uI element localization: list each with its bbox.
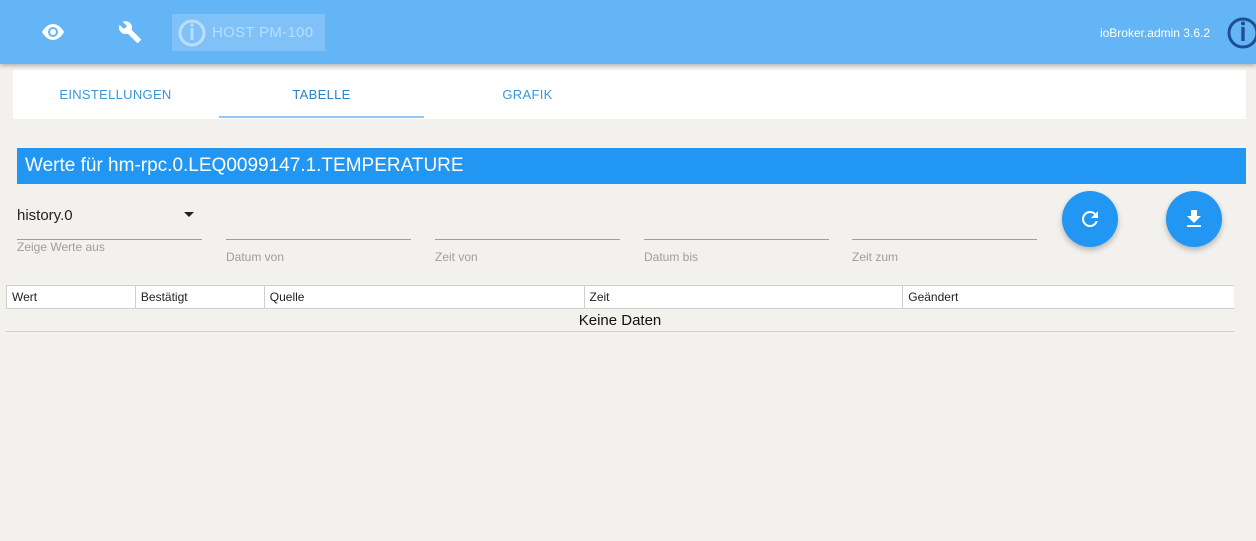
- active-tab-indicator: [219, 116, 424, 118]
- time-from-underline: [435, 239, 620, 240]
- table-header: Wert Bestätigt Quelle Zeit Geändert: [6, 285, 1234, 309]
- refresh-button[interactable]: [1062, 191, 1118, 247]
- date-to-label: Datum bis: [644, 250, 699, 264]
- date-from-underline: [226, 239, 411, 240]
- time-from-label: Zeit von: [435, 250, 478, 264]
- refresh-icon: [1078, 207, 1102, 231]
- wrench-icon[interactable]: [112, 14, 148, 50]
- time-to-label: Zeit zum: [852, 250, 899, 264]
- tab-einstellungen[interactable]: EINSTELLUNGEN: [13, 70, 218, 119]
- admin-version: ioBroker.admin 3.6.2: [1099, 26, 1210, 40]
- host-selector[interactable]: HOST PM-100: [172, 14, 325, 51]
- instance-select-value: history.0: [17, 207, 73, 224]
- column-header-zeit[interactable]: Zeit: [585, 286, 904, 308]
- eye-icon[interactable]: [35, 14, 71, 50]
- tab-grafik[interactable]: GRAFIK: [425, 70, 630, 119]
- date-to-underline: [644, 239, 829, 240]
- history-table: Wert Bestätigt Quelle Zeit Geändert Kein…: [6, 285, 1234, 332]
- column-header-quelle[interactable]: Quelle: [265, 286, 585, 308]
- tab-bar: EINSTELLUNGEN TABELLE GRAFIK: [13, 70, 1246, 119]
- column-header-bestaetigt[interactable]: Bestätigt: [136, 286, 265, 308]
- empty-table-message: Keine Daten: [6, 309, 1234, 332]
- date-from-label: Datum von: [226, 250, 285, 264]
- host-label: HOST PM-100: [212, 24, 314, 41]
- iobroker-host-logo-icon: [178, 19, 206, 47]
- download-icon: [1182, 207, 1206, 231]
- tab-tabelle[interactable]: TABELLE: [219, 70, 424, 119]
- chevron-down-icon: [184, 212, 194, 217]
- instance-select-label: Zeige Werte aus: [17, 240, 105, 254]
- download-button[interactable]: [1166, 191, 1222, 247]
- top-app-bar: HOST PM-100 ioBroker.admin 3.6.2: [0, 0, 1256, 64]
- column-header-geaendert[interactable]: Geändert: [903, 286, 1234, 308]
- iobroker-logo-icon[interactable]: [1226, 16, 1256, 55]
- column-header-wert[interactable]: Wert: [7, 286, 136, 308]
- time-to-underline: [852, 239, 1037, 240]
- page-title: Werte für hm-rpc.0.LEQ0099147.1.TEMPERAT…: [17, 148, 1246, 184]
